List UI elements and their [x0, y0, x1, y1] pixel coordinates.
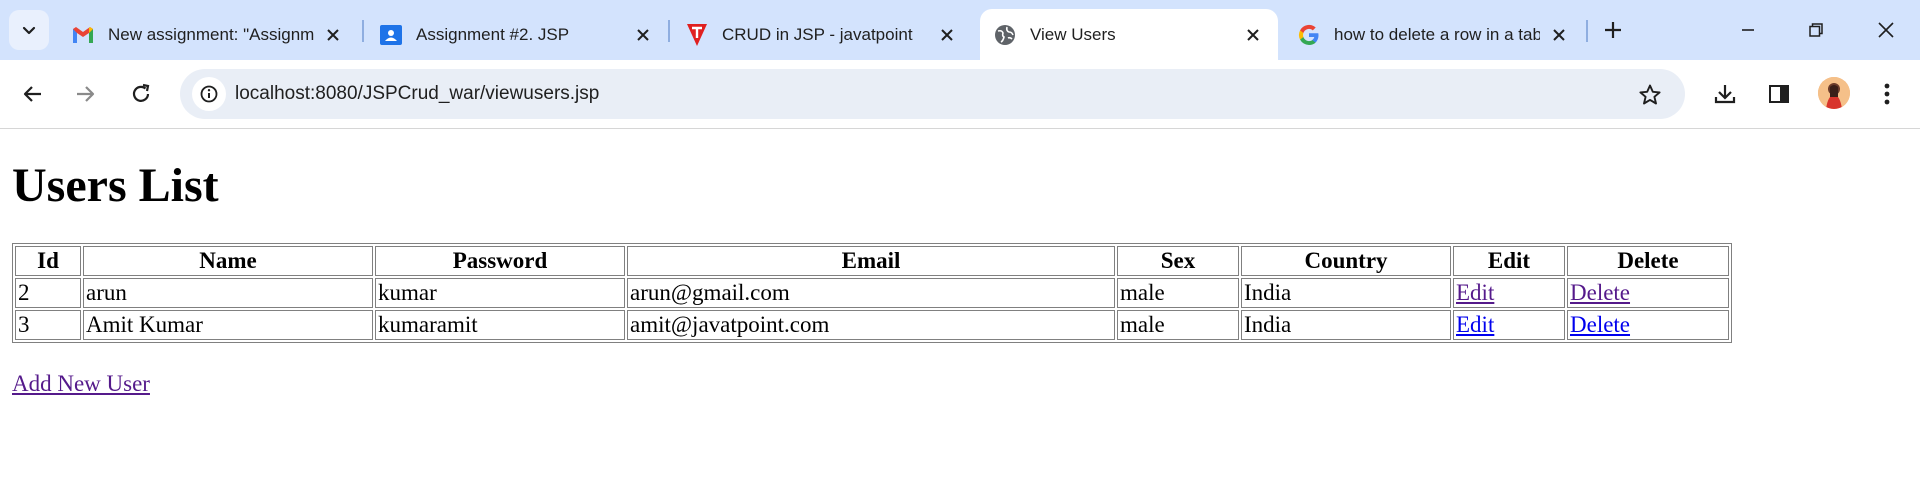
cell-delete: Delete	[1567, 310, 1729, 341]
table-row: 3 Amit Kumar kumaramit amit@javatpoint.c…	[15, 310, 1729, 341]
edit-link[interactable]: Edit	[1456, 280, 1494, 305]
cell-sex: male	[1117, 278, 1239, 309]
downloads-button[interactable]	[1708, 77, 1742, 111]
users-table: Id Name Password Email Sex Country Edit …	[12, 243, 1732, 344]
tab-title: New assignment: "Assignment #2. JSP"	[108, 24, 314, 44]
tab-google-search[interactable]: how to delete a row in a table	[1284, 9, 1584, 60]
page-title: Users List	[12, 159, 219, 212]
cell-id: 2	[15, 278, 81, 309]
edit-link[interactable]: Edit	[1456, 312, 1494, 337]
tab-title: View Users	[1030, 24, 1116, 44]
tab-classroom[interactable]: Assignment #2. JSP	[366, 9, 668, 60]
download-icon	[1714, 85, 1736, 104]
chevron-down-icon	[22, 26, 36, 35]
avatar[interactable]	[1818, 77, 1850, 109]
tab-search-button[interactable]	[9, 10, 49, 50]
cell-id: 3	[15, 310, 81, 341]
cell-password: kumar	[375, 278, 625, 309]
cell-name: arun	[83, 278, 373, 309]
page-content: Users List Id Name Password Email Sex Co…	[0, 158, 1920, 397]
delete-link[interactable]: Delete	[1570, 280, 1630, 305]
more-vert-icon	[1884, 83, 1890, 105]
close-icon[interactable]	[322, 24, 344, 46]
cell-password: kumaramit	[375, 310, 625, 341]
delete-link[interactable]: Delete	[1570, 312, 1630, 337]
cell-country: India	[1241, 278, 1451, 309]
reload-icon	[132, 83, 150, 102]
close-icon[interactable]	[632, 24, 654, 46]
browser-chrome: New assignment: "Assignment #2. JSP" Ass…	[0, 0, 1920, 129]
table-row: 2 arun kumar arun@gmail.com male India E…	[15, 278, 1729, 309]
cell-country: India	[1241, 310, 1451, 341]
tab-separator	[668, 20, 670, 42]
close-icon[interactable]	[1242, 24, 1264, 46]
tab-view-users[interactable]: View Users	[980, 9, 1278, 60]
side-panel-button[interactable]	[1762, 77, 1796, 111]
site-info-button[interactable]	[192, 77, 226, 111]
tab-strip: New assignment: "Assignment #2. JSP" Ass…	[0, 0, 1920, 60]
cell-edit: Edit	[1453, 278, 1565, 309]
column-header-edit: Edit	[1453, 246, 1565, 277]
restore-button[interactable]	[1796, 12, 1836, 48]
tab-javatpoint[interactable]: CRUD in JSP - javatpoint	[672, 9, 972, 60]
restore-icon	[1809, 23, 1823, 37]
close-icon[interactable]	[936, 24, 958, 46]
star-icon	[1639, 84, 1661, 105]
gmail-icon	[72, 24, 94, 46]
column-header-delete: Delete	[1567, 246, 1729, 277]
tab-title: how to delete a row in a table	[1334, 24, 1540, 44]
add-new-user-link[interactable]: Add New User	[12, 371, 150, 397]
plus-icon	[1605, 22, 1621, 38]
javatpoint-icon	[686, 23, 708, 46]
tab-title: Assignment #2. JSP	[416, 24, 570, 44]
arrow-left-icon	[23, 86, 41, 102]
cell-name: Amit Kumar	[83, 310, 373, 341]
tab-title: CRUD in JSP - javatpoint	[722, 24, 913, 44]
column-header-password: Password	[375, 246, 625, 277]
new-tab-button[interactable]	[1598, 15, 1628, 45]
column-header-sex: Sex	[1117, 246, 1239, 277]
address-bar[interactable]: localhost:8080/JSPCrud_war/viewusers.jsp	[180, 69, 1685, 119]
column-header-id: Id	[15, 246, 81, 277]
reload-button[interactable]	[124, 77, 158, 111]
bookmark-button[interactable]	[1637, 82, 1663, 108]
cell-edit: Edit	[1453, 310, 1565, 341]
cell-delete: Delete	[1567, 278, 1729, 309]
cell-sex: male	[1117, 310, 1239, 341]
cell-email: arun@gmail.com	[627, 278, 1115, 309]
back-button[interactable]	[16, 77, 50, 111]
close-window-button[interactable]	[1866, 12, 1906, 48]
side-panel-icon	[1769, 85, 1789, 103]
tab-separator	[1586, 20, 1588, 42]
column-header-email: Email	[627, 246, 1115, 277]
table-header-row: Id Name Password Email Sex Country Edit …	[15, 246, 1729, 277]
forward-button[interactable]	[68, 77, 102, 111]
tab-gmail[interactable]: New assignment: "Assignment #2. JSP"	[58, 9, 358, 60]
globe-icon	[994, 24, 1016, 46]
arrow-right-icon	[77, 86, 95, 102]
google-icon	[1298, 24, 1320, 46]
column-header-country: Country	[1241, 246, 1451, 277]
classroom-icon	[380, 24, 402, 46]
info-icon	[200, 85, 218, 103]
column-header-name: Name	[83, 246, 373, 277]
close-icon[interactable]	[1548, 24, 1570, 46]
browser-toolbar: localhost:8080/JSPCrud_war/viewusers.jsp	[0, 60, 1920, 129]
minimize-button[interactable]	[1728, 12, 1768, 48]
cell-email: amit@javatpoint.com	[627, 310, 1115, 341]
url-text[interactable]: localhost:8080/JSPCrud_war/viewusers.jsp	[235, 83, 599, 105]
tab-separator	[362, 20, 364, 42]
minimize-icon	[1742, 29, 1754, 31]
close-icon	[1878, 22, 1894, 38]
menu-button[interactable]	[1870, 77, 1904, 111]
